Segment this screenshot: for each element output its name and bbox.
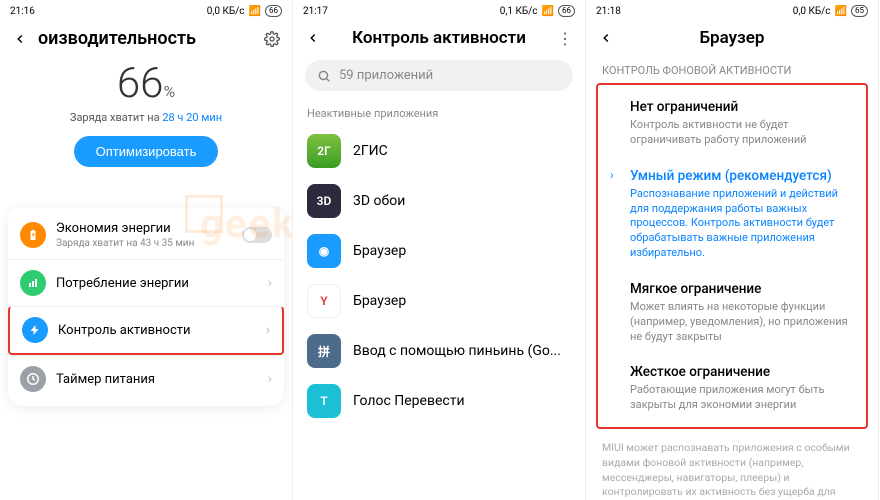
option-title: Мягкое ограничение — [630, 281, 854, 297]
chevron-right-icon: › — [268, 275, 272, 291]
signal-icon: 📶 — [542, 6, 554, 17]
footnote: MIUI может распознавать приложения с осо… — [586, 429, 878, 500]
row-label: Экономия энергии — [56, 221, 232, 236]
chevron-right-icon: › — [268, 371, 272, 387]
section-header: КОНТРОЛЬ ФОНОВОЙ АКТИВНОСТИ — [586, 54, 878, 83]
option-soft-restriction[interactable]: Мягкое ограничение Может влиять на некот… — [598, 271, 866, 355]
chevron-right-icon: › — [266, 322, 270, 338]
bolt-icon — [22, 317, 48, 343]
chart-icon — [20, 270, 46, 296]
status-net: 0,0 КБ/с — [793, 6, 831, 17]
app-row-voice-translate[interactable]: T Голос Перевести — [293, 376, 585, 426]
option-hard-restriction[interactable]: Жесткое ограничение Работающие приложени… — [598, 354, 866, 423]
row-label: Контроль активности — [58, 323, 256, 338]
charge-estimate: Заряда хватит на 28 ч 20 мин — [0, 111, 292, 124]
battery-icon — [20, 222, 46, 248]
settings-card: Экономия энергии Заряда хватит на 43 ч 3… — [8, 207, 284, 406]
app-name: Браузер — [353, 293, 406, 309]
signal-icon: 📶 — [835, 6, 847, 17]
gear-icon[interactable] — [262, 29, 282, 49]
app-name: Браузер — [353, 243, 406, 259]
app-icon: 2Г — [307, 134, 341, 168]
page-title: Контроль активности — [331, 28, 547, 48]
option-title: Жесткое ограничение — [630, 364, 854, 380]
battery-percent: 66 — [117, 59, 164, 108]
page-title: Браузер — [624, 28, 840, 48]
screen-activity-control: 21:17 0,1 КБ/с 📶 66 Контроль активности … — [293, 0, 586, 500]
option-title: Нет ограничений — [630, 99, 854, 115]
app-row-3dwallpaper[interactable]: 3D 3D обои — [293, 176, 585, 226]
status-time: 21:18 — [596, 6, 621, 17]
status-battery: 66 — [558, 5, 575, 17]
app-row-browser-2[interactable]: Y Браузер — [293, 276, 585, 326]
option-smart-mode[interactable]: › Умный режим (рекомендуется) Распознава… — [598, 158, 866, 271]
app-icon: Y — [307, 284, 341, 318]
screen-performance: 21:16 0,0 КБ/с 📶 66 оизводительность 66%… — [0, 0, 293, 500]
row-activity-control[interactable]: Контроль активности › — [8, 306, 284, 355]
status-net: 0,0 КБ/с — [207, 6, 245, 17]
option-desc: Может влиять на некоторые функции (напри… — [630, 300, 854, 345]
status-battery: 65 — [851, 5, 868, 17]
restriction-options: Нет ограничений Контроль активности не б… — [596, 83, 868, 429]
statusbar: 21:18 0,0 КБ/с 📶 65 — [586, 0, 878, 22]
row-label: Потребление энергии — [56, 276, 258, 291]
row-power-usage[interactable]: Потребление энергии › — [8, 259, 284, 306]
screen-browser-restrictions: 21:18 0,0 КБ/с 📶 65 Браузер КОНТРОЛЬ ФОН… — [586, 0, 879, 500]
status-time: 21:17 — [303, 6, 328, 17]
option-desc: Распознавание приложений и действий для … — [630, 187, 854, 261]
option-desc: Работающие приложения могут быть закрыты… — [630, 383, 854, 413]
back-icon[interactable] — [10, 29, 30, 49]
app-icon: ◉ — [307, 234, 341, 268]
search-placeholder: 59 приложений — [339, 68, 433, 83]
option-desc: Контроль активности не будет ограничиват… — [630, 118, 854, 148]
option-title: Умный режим (рекомендуется) — [630, 168, 854, 184]
row-power-saving[interactable]: Экономия энергии Заряда хватит на 43 ч 3… — [8, 211, 284, 259]
search-input[interactable]: 59 приложений — [305, 60, 573, 91]
statusbar: 21:16 0,0 КБ/с 📶 66 — [0, 0, 292, 22]
header: Контроль активности ⋮ — [293, 22, 585, 54]
status-battery: 66 — [265, 5, 282, 17]
app-row-2gis[interactable]: 2Г 2ГИС — [293, 126, 585, 176]
app-icon: 拼 — [307, 334, 341, 368]
app-name: 3D обои — [353, 193, 405, 209]
search-icon — [317, 69, 331, 83]
app-row-browser-1[interactable]: ◉ Браузер — [293, 226, 585, 276]
app-name: 2ГИС — [353, 143, 388, 159]
row-power-timer[interactable]: Таймер питания › — [8, 355, 284, 402]
app-name: Голос Перевести — [353, 393, 465, 409]
status-time: 21:16 — [10, 6, 35, 17]
option-no-restrictions[interactable]: Нет ограничений Контроль активности не б… — [598, 89, 866, 158]
optimize-button[interactable]: Оптимизировать — [74, 136, 219, 167]
clock-icon — [20, 366, 46, 392]
row-sub: Заряда хватит на 43 ч 35 мин — [56, 238, 232, 249]
row-label: Таймер питания — [56, 372, 258, 387]
page-title: оизводительность — [38, 28, 254, 49]
back-icon[interactable] — [303, 28, 323, 48]
statusbar: 21:17 0,1 КБ/с 📶 66 — [293, 0, 585, 22]
app-icon: T — [307, 384, 341, 418]
percent-symbol: % — [163, 82, 175, 101]
signal-icon: 📶 — [249, 6, 261, 17]
app-icon: 3D — [307, 184, 341, 218]
toggle[interactable] — [242, 227, 272, 243]
header: Браузер — [586, 22, 878, 54]
battery-summary: 66% Заряда хватит на 28 ч 20 мин Оптимиз… — [0, 55, 292, 171]
header: оизводительность — [0, 22, 292, 55]
selected-marker-icon: › — [610, 168, 622, 261]
app-name: Ввод с помощью пиньинь (Go... — [353, 343, 561, 359]
status-net: 0,1 КБ/с — [500, 6, 538, 17]
back-icon[interactable] — [596, 28, 616, 48]
app-row-pinyin[interactable]: 拼 Ввод с помощью пиньинь (Go... — [293, 326, 585, 376]
more-icon[interactable]: ⋮ — [555, 28, 575, 48]
section-header: Неактивные приложения — [293, 97, 585, 126]
